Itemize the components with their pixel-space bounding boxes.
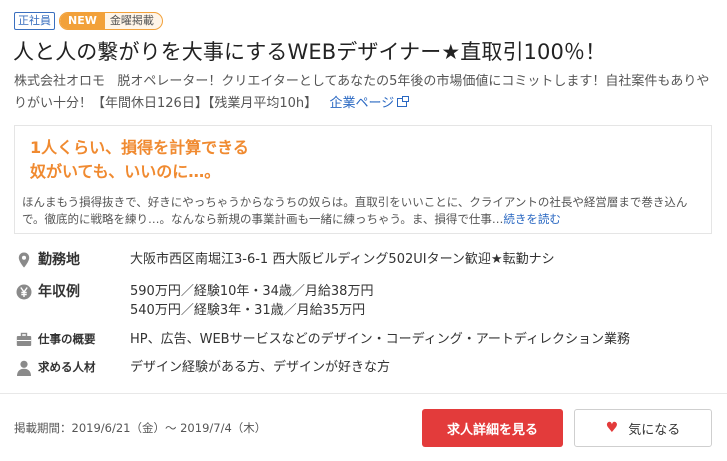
new-badge-label: NEW [60, 13, 105, 29]
pr-box: 1人くらい、損得を計算できる 奴がいても、いいのに…。 ほんまもう損得抜きで、好… [14, 125, 712, 234]
pr-body: ほんまもう損得抜きで、好きにやっちゃうからなうちの奴らは。直取引をいいことに、ク… [22, 194, 706, 228]
requirement-label: 求める人材 [16, 358, 130, 377]
detail-row-requirement: 求める人材 デザイン経験がある方、デザインが好きな方 [16, 358, 390, 377]
external-link-icon [397, 96, 410, 107]
employment-type-tag: 正社員 [14, 12, 55, 30]
person-icon [17, 360, 31, 376]
location-value: 大阪市西区南堀江3-6-1 西大阪ビルディング502UIターン歓迎★転勤ナシ [130, 252, 555, 267]
detail-row-salary: 年収例 590万円／経験10年・34歳／月給38万円 540万円／経験3年・31… [16, 282, 373, 320]
pr-heading-line1: 1人くらい、損得を計算できる [30, 138, 249, 157]
requirement-label-text: 求める人材 [38, 360, 96, 374]
company-page-link[interactable]: 企業ページ [329, 96, 410, 111]
job-summary: 株式会社オロモ 脱オペレーター！クリエイターとしてあなたの5年後の市場価値にコミ… [14, 71, 714, 115]
heart-icon: ♥ [605, 420, 619, 436]
posting-period: 掲載期間：2019/6/21（金）～ 2019/7/4（木） [14, 421, 267, 435]
view-job-details-button[interactable]: 求人詳細を見る [422, 409, 563, 447]
read-more-link[interactable]: 続きを読む [503, 212, 561, 226]
pr-heading-line2: 奴がいても、いいのに…。 [30, 162, 221, 181]
detail-row-work: 仕事の概要 HP、広告、WEBサービスなどのデザイン・コーディング・アートディレ… [16, 330, 630, 349]
new-badge: NEW 金曜掲載 [59, 12, 163, 30]
tag-row: 正社員 NEW 金曜掲載 [14, 12, 163, 30]
briefcase-icon [16, 332, 32, 346]
salary-label-text: 年収例 [38, 284, 80, 300]
pr-body-text: ほんまもう損得抜きで、好きにやっちゃうからなうちの奴らは。直取引をいいことに、ク… [22, 195, 688, 226]
salary-example-1: 590万円／経験10年・34歳／月給38万円 [130, 284, 374, 299]
salary-example-2: 540万円／経験3年・31歳／月給35万円 [130, 303, 366, 318]
location-label-text: 勤務地 [38, 252, 80, 268]
favorite-button-label: 気になる [628, 422, 681, 438]
work-label: 仕事の概要 [16, 330, 130, 349]
map-pin-icon [18, 252, 30, 268]
detail-row-location: 勤務地 大阪市西区南堀江3-6-1 西大阪ビルディング502UIターン歓迎★転勤… [16, 250, 555, 270]
job-title[interactable]: 人と人の繋がりを大事にするWEBデザイナー★直取引100％！ [13, 36, 713, 66]
work-value: HP、広告、WEBサービスなどのデザイン・コーディング・アートディレクション業務 [130, 332, 631, 347]
salary-label: 年収例 [16, 282, 130, 320]
footer-divider [0, 393, 727, 394]
location-label: 勤務地 [16, 250, 130, 270]
company-page-link-label: 企業ページ [329, 96, 395, 111]
favorite-button[interactable]: ♥ 気になる [574, 409, 712, 447]
salary-value: 590万円／経験10年・34歳／月給38万円 540万円／経験3年・31歳／月給… [130, 282, 373, 320]
requirement-value: デザイン経験がある方、デザインが好きな方 [130, 360, 391, 375]
work-label-text: 仕事の概要 [38, 332, 96, 346]
day-badge-label: 金曜掲載 [109, 14, 154, 27]
yen-icon [16, 284, 32, 300]
pr-heading: 1人くらい、損得を計算できる 奴がいても、いいのに…。 [30, 136, 249, 184]
view-job-details-button-label: 求人詳細を見る [446, 422, 538, 438]
company-name: 株式会社オロモ [14, 74, 106, 89]
